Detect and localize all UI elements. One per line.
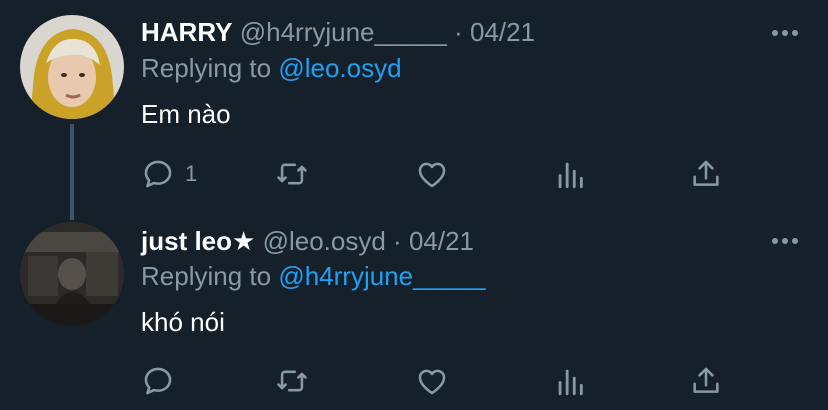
- tweet-header: HARRY @h4rryjune_____ · 04/21: [141, 16, 535, 48]
- reply-count: 1: [185, 161, 198, 186]
- reply-button[interactable]: 1: [141, 156, 197, 192]
- replying-to: Replying to @leo.osyd: [141, 52, 402, 84]
- retweet-icon: [277, 370, 307, 392]
- user-handle[interactable]: @leo.osyd: [263, 226, 386, 256]
- replying-to-label: Replying to: [141, 53, 272, 83]
- analytics-button[interactable]: [553, 363, 587, 399]
- separator-dot: ·: [393, 226, 402, 256]
- like-icon: [418, 369, 446, 395]
- tweet-header: just leo★ @leo.osyd · 04/21: [141, 225, 474, 257]
- tweet-date[interactable]: 04/21: [409, 226, 474, 256]
- display-name[interactable]: just leo: [141, 226, 232, 256]
- reply-button[interactable]: [141, 363, 185, 399]
- tweet-text: Em nào: [141, 99, 231, 129]
- tweet-date[interactable]: 04/21: [470, 17, 535, 47]
- more-icon[interactable]: [772, 28, 798, 38]
- replying-to-mention[interactable]: @h4rryjune_____: [278, 261, 485, 291]
- share-icon: [693, 160, 719, 186]
- more-icon[interactable]: [772, 236, 798, 246]
- reply-icon: [144, 160, 172, 188]
- tweet-2[interactable]: just leo★ @leo.osyd · 04/21 Replying to …: [0, 205, 828, 410]
- reply-icon: [144, 367, 172, 395]
- retweet-button[interactable]: [275, 363, 309, 399]
- replying-to-mention[interactable]: @leo.osyd: [278, 53, 401, 83]
- avatar[interactable]: [20, 222, 124, 326]
- separator-dot: ·: [454, 17, 463, 47]
- tweet-actions: [141, 363, 741, 399]
- tweet-1[interactable]: HARRY @h4rryjune_____ · 04/21 Replying t…: [0, 0, 828, 205]
- like-button[interactable]: [415, 363, 449, 399]
- like-icon: [418, 162, 446, 188]
- tweet-actions: 1: [141, 156, 741, 192]
- display-name[interactable]: HARRY: [141, 17, 232, 47]
- retweet-button[interactable]: [275, 156, 309, 192]
- tweet-text: khó nói: [141, 307, 225, 337]
- retweet-icon: [277, 163, 307, 185]
- share-icon: [693, 367, 719, 393]
- avatar[interactable]: [20, 15, 124, 119]
- share-button[interactable]: [689, 156, 723, 192]
- user-handle[interactable]: @h4rryjune_____: [240, 17, 447, 47]
- replying-to-label: Replying to: [141, 261, 272, 291]
- replying-to: Replying to @h4rryjune_____: [141, 260, 485, 292]
- share-button[interactable]: [689, 363, 723, 399]
- analytics-icon: [558, 369, 583, 396]
- star-badge: ★: [232, 226, 256, 256]
- like-button[interactable]: [415, 156, 449, 192]
- analytics-icon: [558, 162, 583, 189]
- analytics-button[interactable]: [553, 156, 587, 192]
